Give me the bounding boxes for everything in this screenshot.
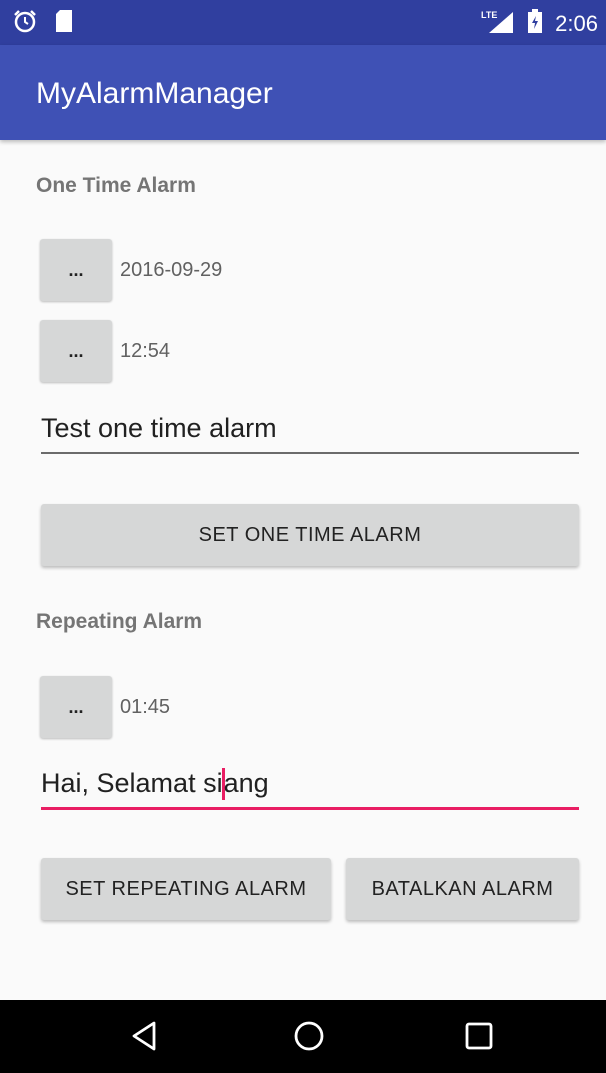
repeating-time-value: 01:45 <box>120 696 171 718</box>
home-icon[interactable] <box>291 1018 327 1059</box>
one-time-date-value: 2016-09-29 <box>120 259 223 281</box>
set-repeating-alarm-button[interactable]: SET REPEATING ALARM <box>41 858 331 920</box>
navigation-bar <box>0 1000 606 1073</box>
cancel-alarm-button[interactable]: BATALKAN ALARM <box>346 858 579 920</box>
status-time: 2:06 <box>555 10 598 36</box>
svg-text:LTE: LTE <box>481 10 497 20</box>
sd-card-icon <box>54 9 74 38</box>
repeating-section-title: Repeating Alarm <box>36 610 203 633</box>
back-icon[interactable] <box>126 1018 162 1059</box>
repeating-message-text-after: ang <box>223 768 269 798</box>
pick-repeating-time-button[interactable]: ... <box>40 676 112 738</box>
one-time-section-title: One Time Alarm <box>36 174 196 197</box>
one-time-message-text: Test one time alarm <box>41 412 277 443</box>
recents-icon[interactable] <box>461 1018 497 1059</box>
app-title: MyAlarmManager <box>36 77 273 110</box>
pick-date-button[interactable]: ... <box>40 239 112 301</box>
signal-lte-icon: LTE <box>479 8 515 39</box>
set-one-time-alarm-button[interactable]: SET ONE TIME ALARM <box>41 504 579 566</box>
status-bar: LTE 2:06 <box>0 0 606 45</box>
app-bar: MyAlarmManager <box>0 45 606 140</box>
repeating-message-text-before: Hai, Selamat si <box>41 768 223 798</box>
one-time-message-field[interactable]: Test one time alarm <box>41 404 579 454</box>
alarm-icon <box>12 8 38 39</box>
repeating-message-field[interactable]: Hai, Selamat si ang <box>41 760 579 810</box>
pick-time-button[interactable]: ... <box>40 320 112 382</box>
battery-icon <box>527 8 543 39</box>
one-time-time-value: 12:54 <box>120 340 171 362</box>
